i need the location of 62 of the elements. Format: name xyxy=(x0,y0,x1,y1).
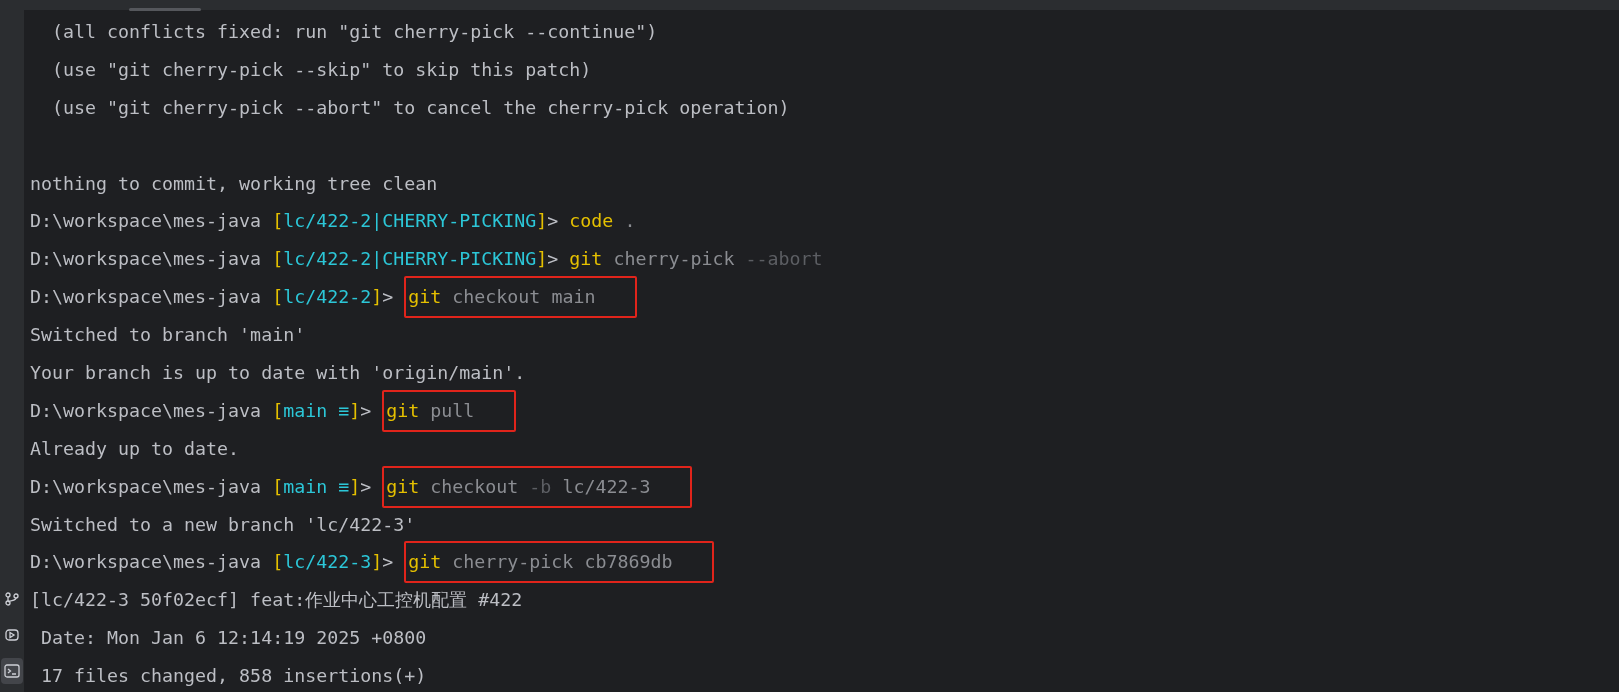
prompt-symbol: > xyxy=(547,210,560,232)
bracket: [ xyxy=(272,248,284,270)
run-icon[interactable] xyxy=(5,628,19,642)
prompt-path: D:\workspace\mes-java xyxy=(30,551,263,573)
output-line: (use "git cherry-pick --skip" to skip this patch) xyxy=(51,58,592,80)
prompt-symbol: > xyxy=(360,399,373,421)
command-token: lc/422-3 xyxy=(562,475,651,497)
prompt-symbol: > xyxy=(547,248,560,270)
branch-name: main ≡ xyxy=(283,475,350,497)
output-line: 17 files changed, 858 insertions(+) xyxy=(40,665,427,687)
branch-name: lc/422-3 xyxy=(283,551,372,573)
output-line: nothing to commit, working tree clean xyxy=(30,172,438,194)
branch-name: lc/422-2 xyxy=(283,286,372,308)
output-line: (use "git cherry-pick --abort" to cancel the cherry-pick operation) xyxy=(51,96,790,118)
command-token: git xyxy=(386,475,420,497)
bracket: ] xyxy=(349,399,361,421)
prompt-path: D:\workspace\mes-java xyxy=(30,210,263,232)
bracket: ] xyxy=(371,551,383,573)
prompt-symbol: > xyxy=(382,286,395,308)
prompt-symbol: > xyxy=(382,551,395,573)
command-token: -b xyxy=(529,475,552,497)
command-token: git xyxy=(386,399,420,421)
prompt-symbol: > xyxy=(360,475,373,497)
command-token: git xyxy=(408,551,442,573)
command-token: cb7869db xyxy=(584,551,673,573)
output-line: Already up to date. xyxy=(30,437,240,459)
command-token: pull xyxy=(430,399,475,421)
command-token: . xyxy=(624,210,636,232)
output-line: Your branch is up to date with 'origin/main'. xyxy=(30,362,526,383)
output-line: Switched to a new branch 'lc/422-3' xyxy=(30,513,416,535)
output-line: (all conflicts fixed: run "git cherry-pick --continue") xyxy=(51,21,658,42)
branch-icon[interactable] xyxy=(5,592,19,606)
bracket: [ xyxy=(272,399,284,421)
prompt-path: D:\workspace\mes-java xyxy=(30,399,263,421)
output-line: [lc/422-3 50f02ecf] feat:作业中心工控机配置 #422 xyxy=(30,589,523,611)
bracket: [ xyxy=(272,210,284,232)
command-token: git xyxy=(569,248,603,270)
prompt-path: D:\workspace\mes-java xyxy=(30,286,263,308)
command-token: --abort xyxy=(745,248,823,270)
terminal-icon[interactable] xyxy=(4,664,20,678)
branch-name: lc/422-2|CHERRY-PICKING xyxy=(283,248,537,270)
command-token: checkout xyxy=(452,286,541,308)
output-line: Switched to branch 'main' xyxy=(30,324,306,346)
command-token: git xyxy=(408,286,442,308)
bracket: ] xyxy=(536,210,548,232)
branch-name: main ≡ xyxy=(283,399,350,421)
prompt-path: D:\workspace\mes-java xyxy=(30,248,263,270)
bracket: ] xyxy=(371,286,383,308)
bracket: [ xyxy=(272,551,284,573)
command-token: checkout xyxy=(430,475,519,497)
prompt-path: D:\workspace\mes-java xyxy=(30,475,263,497)
scrollbar-thumb[interactable] xyxy=(129,8,201,11)
bracket: [ xyxy=(272,286,284,308)
bracket: ] xyxy=(349,475,361,497)
output-line: Date: Mon Jan 6 12:14:19 2025 +0800 xyxy=(40,627,427,649)
command-token: code xyxy=(569,210,614,232)
command-token: cherry-pick xyxy=(613,248,735,270)
bracket: ] xyxy=(536,248,548,270)
command-token: cherry-pick xyxy=(452,551,574,573)
bracket: [ xyxy=(272,475,284,497)
command-token: main xyxy=(551,286,596,308)
branch-name: lc/422-2|CHERRY-PICKING xyxy=(283,210,537,232)
